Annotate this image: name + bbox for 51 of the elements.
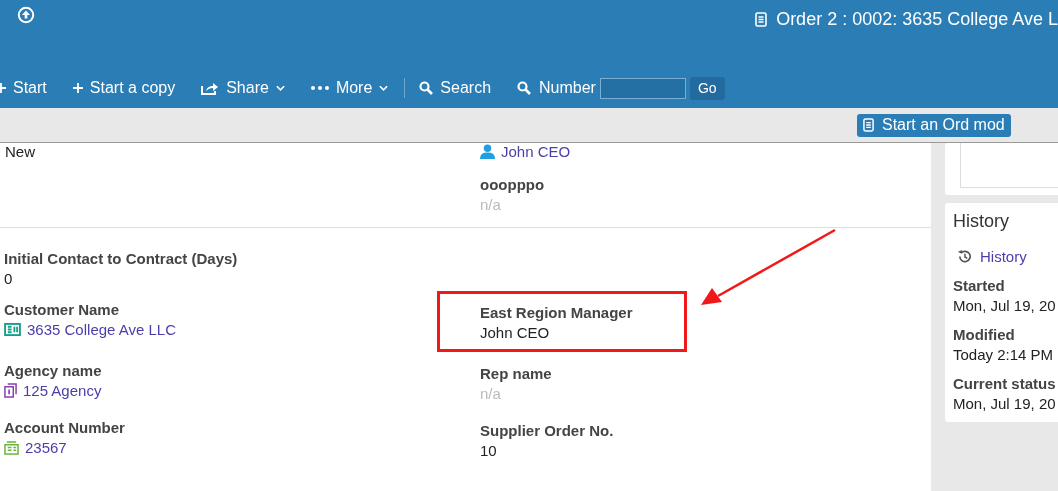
toolbar-button[interactable]: Share [201, 79, 285, 97]
field-label: Modified [953, 326, 1016, 343]
id-card-icon [4, 323, 21, 336]
document-icon [863, 118, 874, 132]
toolbar-button[interactable]: Search [419, 79, 492, 97]
dots-icon [310, 86, 329, 90]
toolbar-button[interactable]: More [310, 79, 389, 97]
person-icon [480, 144, 495, 159]
search-icon [419, 81, 434, 95]
ledger-icon [4, 440, 19, 455]
caret-icon [379, 85, 389, 91]
history-link[interactable]: History [957, 248, 1058, 265]
field-label: Account Number [4, 419, 126, 436]
start-ord-mod-button[interactable]: Start an Ord mod [857, 113, 1011, 137]
number-field[interactable] [599, 77, 686, 99]
field-value: n/a [480, 385, 502, 402]
field-value: Mon, Jul 19, 20 [953, 297, 1057, 314]
number-label: Number [539, 79, 596, 97]
field-label: Started [953, 277, 1006, 294]
plus-icon [72, 83, 83, 93]
field-value: 10 [480, 442, 498, 459]
field-value: John CEO [480, 324, 551, 341]
record-link[interactable]: 23567 [4, 439, 67, 456]
document-icon [755, 12, 768, 27]
window-title: Order 2 : 0002: 3635 College Ave L [776, 9, 1058, 30]
field-value: n/a [480, 196, 502, 213]
field-label: Agency name [4, 362, 103, 379]
field-value: Today 2:14 PM [953, 346, 1055, 363]
field-label: Current status [953, 375, 1057, 392]
caret-icon [275, 85, 285, 91]
field-label: ooopppo [480, 176, 546, 193]
field-value: New [5, 143, 36, 160]
person-link[interactable]: John CEO [480, 143, 571, 160]
history-icon [957, 249, 972, 264]
field-label: Initial Contact to Contract (Days) [4, 250, 239, 267]
upload-icon[interactable] [17, 6, 35, 24]
go-button[interactable]: Go [689, 76, 725, 100]
building-icon [4, 383, 17, 398]
field-label: Supplier Order No. [480, 422, 615, 439]
field-value: 0 [4, 270, 14, 287]
toolbar-button[interactable]: Start a copy [72, 79, 176, 97]
field-label: East Region Manager [480, 304, 634, 321]
toolbar-button[interactable]: Start [0, 79, 47, 97]
record-link[interactable]: 125 Agency [4, 382, 102, 399]
card-title: History [953, 211, 1010, 232]
record-link[interactable]: 3635 College Ave LLC [4, 321, 176, 338]
field-label: Rep name [480, 365, 553, 382]
search-icon [517, 81, 532, 95]
share-icon [201, 81, 220, 95]
field-value: Mon, Jul 19, 20 [953, 395, 1057, 412]
field-label: Customer Name [4, 301, 121, 318]
